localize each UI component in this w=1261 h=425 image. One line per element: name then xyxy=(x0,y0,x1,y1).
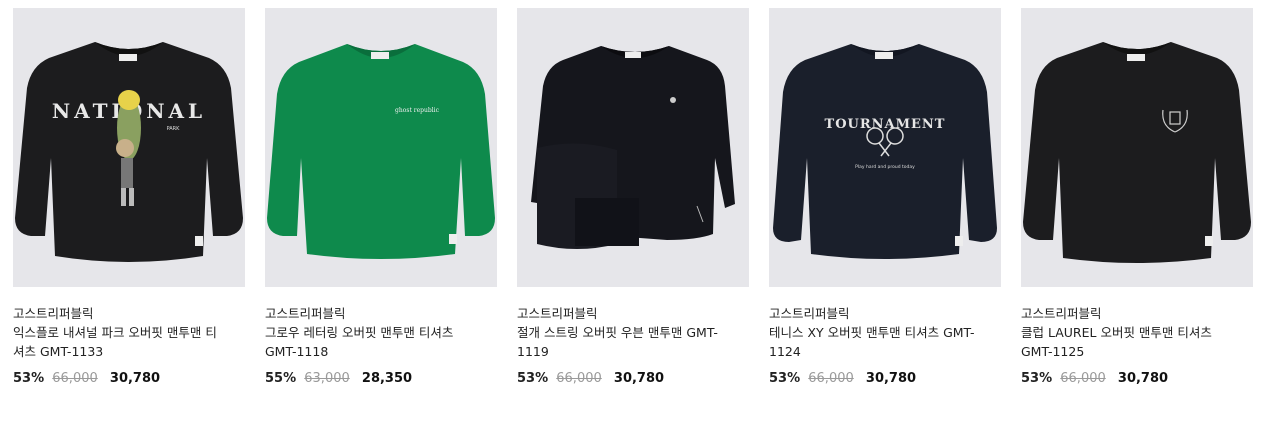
sale-price: 30,780 xyxy=(109,371,161,386)
product-name[interactable]: 클럽 LAUREL 오버핏 맨투맨 티셔츠 GMT-1125 xyxy=(1021,323,1231,361)
print-subtext: PARK xyxy=(167,126,181,132)
product-card[interactable]: 고스트리퍼블릭 클럽 LAUREL 오버핏 맨투맨 티셔츠 GMT-1125 5… xyxy=(1021,8,1253,388)
product-card[interactable]: 고스트리퍼블릭 절개 스트링 오버핏 우븐 맨투맨 GMT-1119 53% 6… xyxy=(517,8,749,388)
price-row: 53% 66,000 30,780 xyxy=(517,370,749,388)
price-row: 53% 66,000 30,780 xyxy=(1021,370,1253,388)
sale-price: 30,780 xyxy=(613,371,665,386)
sale-price: 30,780 xyxy=(865,371,917,386)
product-brand: 고스트리퍼블릭 xyxy=(13,306,94,321)
product-grid: NATIONAL PARK 고스트리퍼블릭 익스플로 내셔널 파크 오버핏 맨투… xyxy=(0,0,1261,425)
original-price: 66,000 xyxy=(556,371,602,386)
product-name[interactable]: 그로우 레터링 오버핏 맨투맨 티셔츠 GMT-1118 xyxy=(265,323,475,361)
sweatshirt-body xyxy=(267,44,495,259)
product-brand: 고스트리퍼블릭 xyxy=(769,306,850,321)
product-image[interactable] xyxy=(517,8,749,287)
product-name[interactable]: 익스플로 내셔널 파크 오버핏 맨투맨 티셔츠 GMT-1133 xyxy=(13,323,223,361)
product-image[interactable]: ghost republic xyxy=(265,8,497,287)
product-brand: 고스트리퍼블릭 xyxy=(265,306,346,321)
product-image[interactable] xyxy=(1021,8,1253,287)
sale-price: 30,780 xyxy=(1117,371,1169,386)
product-name[interactable]: 절개 스트링 오버핏 우븐 맨투맨 GMT-1119 xyxy=(517,323,727,361)
product-card[interactable]: NATIONAL PARK 고스트리퍼블릭 익스플로 내셔널 파크 오버핏 맨투… xyxy=(13,8,245,388)
discount-rate: 55% xyxy=(265,371,297,386)
print-text: TOURNAMENT xyxy=(825,117,946,132)
sweatshirt-image xyxy=(1023,42,1251,263)
sweatshirt-image: ghost republic xyxy=(267,44,495,259)
original-price: 66,000 xyxy=(52,371,98,386)
original-price: 66,000 xyxy=(1060,371,1106,386)
print-subtext: Play hard and proud today xyxy=(855,164,915,170)
sale-price: 28,350 xyxy=(361,371,413,386)
print-text: ghost republic xyxy=(395,107,440,114)
original-price: 63,000 xyxy=(304,371,350,386)
product-card[interactable]: TOURNAMENT Play hard and proud today 고스트… xyxy=(769,8,1001,388)
product-card[interactable]: ghost republic 고스트리퍼블릭 그로우 레터링 오버핏 맨투맨 티… xyxy=(265,8,497,388)
discount-rate: 53% xyxy=(769,371,801,386)
sweatshirt-image xyxy=(531,46,735,249)
price-row: 55% 63,000 28,350 xyxy=(265,370,497,388)
original-price: 66,000 xyxy=(808,371,854,386)
discount-rate: 53% xyxy=(517,371,549,386)
discount-rate: 53% xyxy=(1021,371,1053,386)
product-image[interactable]: TOURNAMENT Play hard and proud today xyxy=(769,8,1001,287)
discount-rate: 53% xyxy=(13,371,45,386)
product-brand: 고스트리퍼블릭 xyxy=(517,306,598,321)
product-brand: 고스트리퍼블릭 xyxy=(1021,306,1102,321)
price-row: 53% 66,000 30,780 xyxy=(769,370,1001,388)
sweatshirt-image: TOURNAMENT Play hard and proud today xyxy=(773,44,997,259)
price-row: 53% 66,000 30,780 xyxy=(13,370,245,388)
sweatshirt-image: NATIONAL PARK xyxy=(15,42,243,262)
sweatshirt-body xyxy=(1023,42,1251,263)
product-name[interactable]: 테니스 XY 오버핏 맨투맨 티셔츠 GMT-1124 xyxy=(769,323,979,361)
product-image[interactable]: NATIONAL PARK xyxy=(13,8,245,287)
